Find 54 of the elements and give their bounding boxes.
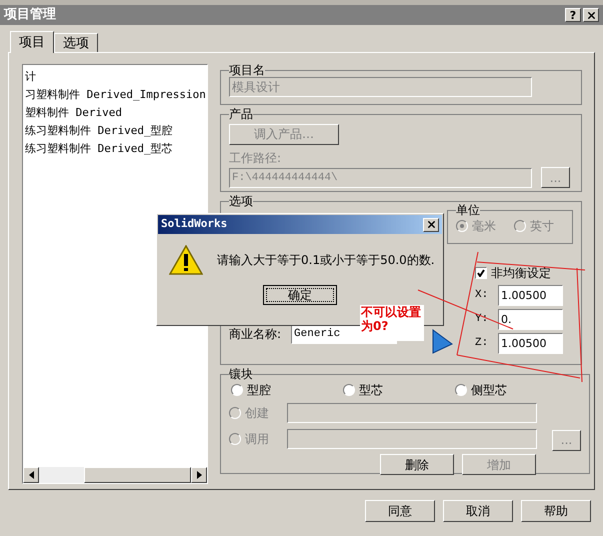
radio-button[interactable]	[343, 384, 355, 396]
group-label: 单位	[456, 204, 480, 217]
list-item[interactable]: 练习塑料制件 Derived_型腔	[23, 122, 207, 140]
axis-label: X:	[475, 288, 490, 304]
scroll-right-icon[interactable]	[191, 467, 207, 483]
list-item[interactable]: 习塑料制件 Derived_Impression	[23, 86, 207, 104]
radio-label: 侧型芯	[471, 382, 507, 399]
axis-label: Y:	[475, 312, 490, 328]
window-title: 项目管理	[4, 6, 56, 24]
group-label: 产品	[229, 108, 253, 121]
group-label: 镶块	[229, 368, 253, 381]
radio-label: 创建	[245, 405, 269, 422]
warning-icon	[169, 245, 203, 275]
help-button[interactable]: ?	[565, 8, 581, 22]
delete-button[interactable]: 删除	[380, 454, 454, 475]
dialog-button[interactable]: 帮助	[521, 500, 591, 522]
radio-label: 毫米	[472, 218, 496, 235]
annotation-note: 不可以设置为0?	[360, 305, 424, 341]
insert-path-field[interactable]	[287, 403, 537, 423]
scroll-thumb[interactable]	[84, 467, 191, 483]
radio-button[interactable]	[455, 384, 467, 396]
checkbox[interactable]	[475, 267, 487, 279]
list-item[interactable]: 塑料制件 Derived	[23, 104, 207, 122]
insert-path-field[interactable]	[287, 429, 537, 449]
list-item[interactable]: 计	[23, 68, 207, 86]
dialog-button[interactable]: 取消	[443, 500, 513, 522]
list-item[interactable]: 练习塑料制件 Derived_型芯	[23, 140, 207, 158]
scale-field[interactable]: 1.00500	[498, 333, 563, 354]
dialog-button[interactable]: 同意	[365, 500, 435, 522]
ok-button[interactable]: 确定	[263, 285, 337, 305]
checkbox-label: 非均衡设定	[491, 265, 551, 282]
group-label: 项目名	[229, 64, 265, 77]
path-label: 工作路径:	[229, 150, 282, 167]
axis-label: Z:	[475, 336, 490, 352]
tab[interactable]: 项目	[10, 31, 54, 53]
tab[interactable]: 选项	[54, 33, 98, 52]
horizontal-scrollbar[interactable]	[23, 467, 207, 483]
group-label: 选项	[229, 195, 253, 208]
close-icon	[426, 219, 436, 230]
message-title: SolidWorks	[161, 216, 228, 232]
scale-field[interactable]: 0.	[498, 309, 563, 330]
radio-label: 英寸	[530, 218, 554, 235]
message-text: 请输入大于等于0.1或小于等于50.0的数.	[217, 252, 435, 269]
trade-name-label: 商业名称:	[229, 326, 282, 343]
scale-field[interactable]: 1.00500	[498, 285, 563, 306]
cursor-arrow-icon	[432, 329, 453, 354]
close-icon	[586, 10, 596, 20]
radio-button[interactable]	[231, 384, 243, 396]
close-button[interactable]	[583, 8, 599, 22]
radio-label: 调用	[245, 431, 269, 448]
radio-label: 型芯	[359, 382, 383, 399]
close-button[interactable]	[423, 218, 439, 232]
scroll-left-icon[interactable]	[23, 467, 39, 483]
radio-label: 型腔	[247, 382, 271, 399]
